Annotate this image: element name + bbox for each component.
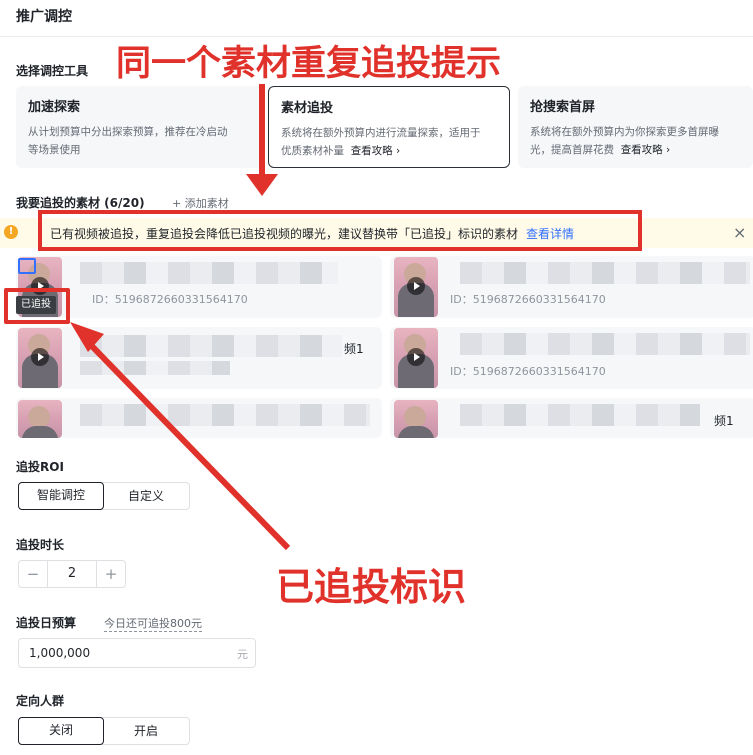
annotation-arrowhead-diagonal [70, 322, 104, 352]
annotation-arrowhead-down [246, 174, 278, 196]
annotation-arrow-diagonal [83, 337, 291, 551]
annotation-arrows [70, 84, 291, 551]
